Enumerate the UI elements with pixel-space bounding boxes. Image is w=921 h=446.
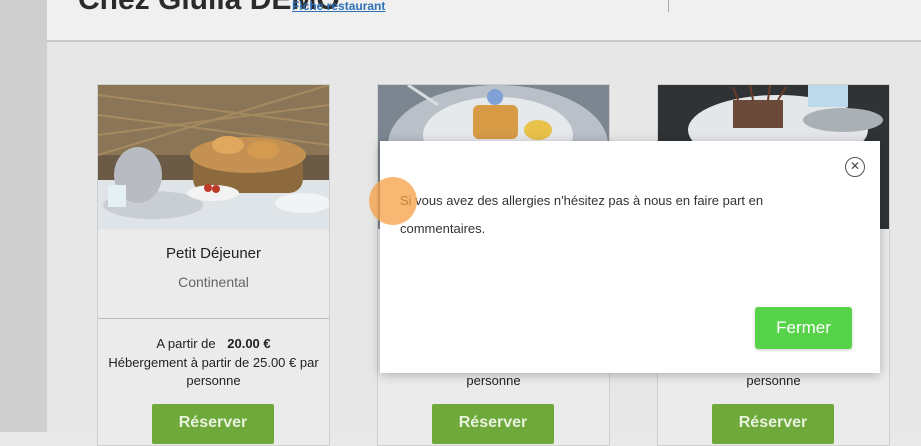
price-line: A partir de 20.00 €	[98, 336, 329, 351]
allergy-info-dialog: ✕ Si vous avez des allergies n'hésitez p…	[380, 141, 880, 373]
hosting-price-tail: personne	[746, 373, 801, 388]
dialog-message: Si vous avez des allergies n'hésitez pas…	[400, 193, 764, 236]
offer-card-breakfast: Petit Déjeuner Continental A partir de 2…	[97, 84, 330, 446]
header-divider	[668, 0, 669, 12]
breakfast-photo	[98, 85, 329, 229]
click-indicator	[369, 177, 417, 225]
hosting-price-tail: personne	[466, 373, 521, 388]
left-margin	[0, 0, 47, 432]
reserve-button[interactable]: Réserver	[432, 404, 554, 444]
reserve-button[interactable]: Réserver	[712, 404, 834, 444]
card-divider	[98, 318, 329, 319]
offer-subtitle: Continental	[178, 274, 249, 290]
fiche-restaurant-link[interactable]: Fiche restaurant	[292, 0, 385, 13]
fermer-button[interactable]: Fermer	[755, 307, 852, 349]
offer-title: Petit Déjeuner	[165, 245, 262, 262]
hosting-price: Hébergement à partir de 25.00 € par pers…	[108, 355, 319, 388]
reserve-button[interactable]: Réserver	[152, 404, 274, 444]
price-prefix: A partir de	[156, 336, 216, 351]
close-icon[interactable]: ✕	[845, 157, 865, 177]
price-value: 20.00 €	[227, 336, 271, 351]
header-bar: Chez Giulia DEMO Fiche restaurant	[47, 0, 921, 42]
